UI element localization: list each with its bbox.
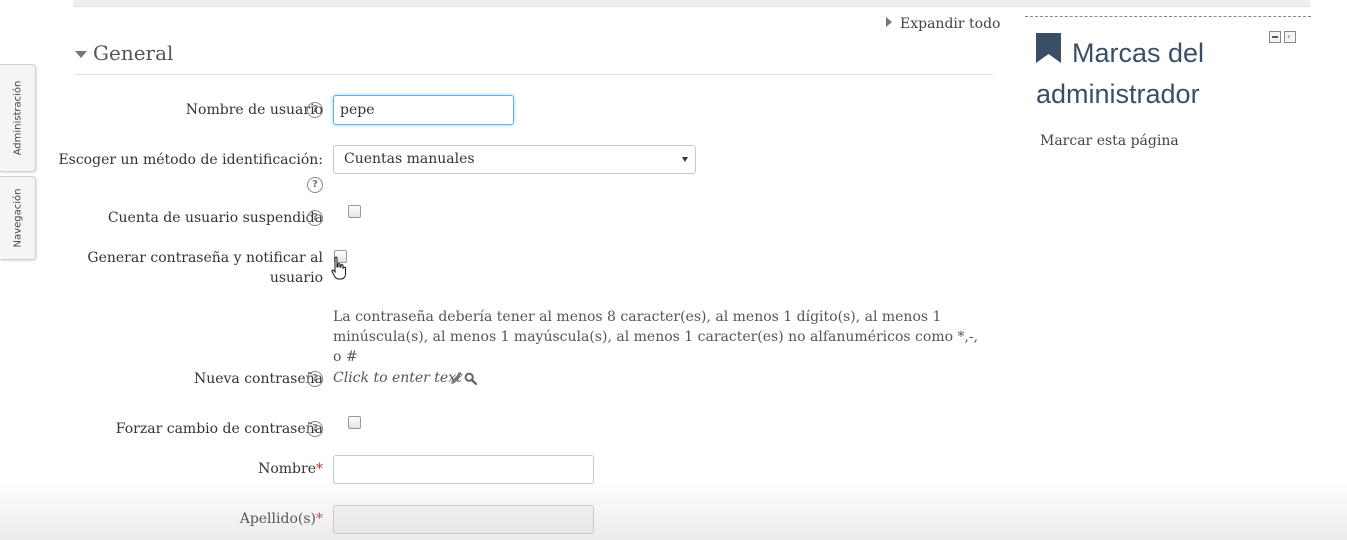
bottom-fade-overlay	[0, 478, 1347, 540]
caret-right-icon	[886, 17, 892, 27]
help-icon-force-change[interactable]: ?	[307, 421, 323, 437]
auth-method-label: Escoger un método de identificación:	[58, 152, 323, 168]
expand-all-label: Expandir todo	[900, 16, 1001, 32]
suspended-label: Cuenta de usuario suspendida	[107, 210, 323, 226]
suspended-checkbox[interactable]	[348, 205, 361, 218]
block-title: Marcas del administrador	[1036, 38, 1205, 109]
username-label: Nombre de usuario	[185, 102, 323, 118]
dock-tab-navigation[interactable]: Navegación	[0, 176, 36, 260]
first-name-label-text: Nombre	[258, 461, 316, 477]
username-input[interactable]	[333, 95, 514, 125]
dock-block-icon[interactable]: ‹	[1284, 31, 1296, 43]
force-change-label: Forzar cambio de contraseña	[115, 421, 323, 437]
required-mark: *	[316, 461, 323, 477]
chevron-down-icon	[682, 157, 688, 162]
dock-tab-navigation-label: Navegación	[12, 188, 23, 248]
magnifier-icon[interactable]	[464, 372, 477, 385]
help-icon-new-password[interactable]: ?	[307, 371, 323, 387]
section-header-general[interactable]: General	[75, 41, 993, 75]
admin-bookmarks-block: Marcas del administrador ‹ Marcar esta p…	[1025, 16, 1311, 149]
dock-tab-administration[interactable]: Administración	[0, 64, 36, 172]
last-name-label: Apellido(s)*	[240, 509, 323, 529]
dock-tab-administration-label: Administración	[12, 80, 23, 156]
required-mark: *	[316, 511, 323, 527]
auth-method-selected: Cuentas manuales	[344, 151, 475, 167]
generate-password-label-line1: Generar contraseña y notificar al	[87, 250, 323, 266]
collapse-block-icon[interactable]	[1269, 31, 1281, 43]
auth-method-select[interactable]: Cuentas manuales	[333, 145, 696, 174]
new-password-label: Nueva contraseña	[193, 371, 323, 387]
help-icon-username[interactable]: ?	[307, 102, 323, 118]
first-name-input[interactable]	[333, 455, 594, 484]
help-icon-suspended[interactable]: ?	[307, 210, 323, 226]
chevron-left-icon: ‹	[1287, 32, 1291, 41]
new-password-click-to-edit[interactable]: Click to enter text	[333, 370, 462, 386]
first-name-label: Nombre*	[258, 459, 323, 479]
generate-password-label: Generar contraseña y notificar al usuari…	[87, 248, 323, 288]
caret-down-icon	[75, 51, 87, 58]
minus-icon	[1272, 36, 1278, 38]
help-icon-auth-method[interactable]: ?	[307, 177, 323, 193]
expand-all-link[interactable]: Expandir todo	[886, 16, 1000, 32]
password-policy-text: La contraseña debería tener al menos 8 c…	[333, 309, 979, 365]
top-region-bar	[73, 0, 1310, 7]
last-name-label-text: Apellido(s)	[239, 511, 316, 527]
pencil-icon[interactable]	[450, 372, 463, 385]
last-name-input[interactable]	[333, 505, 594, 534]
generate-password-label-line2: usuario	[269, 270, 323, 286]
bookmark-this-page-link[interactable]: Marcar esta página	[1040, 133, 1179, 149]
section-title: General	[93, 41, 174, 65]
force-change-checkbox[interactable]	[348, 416, 361, 429]
hand-cursor-icon	[331, 256, 346, 280]
